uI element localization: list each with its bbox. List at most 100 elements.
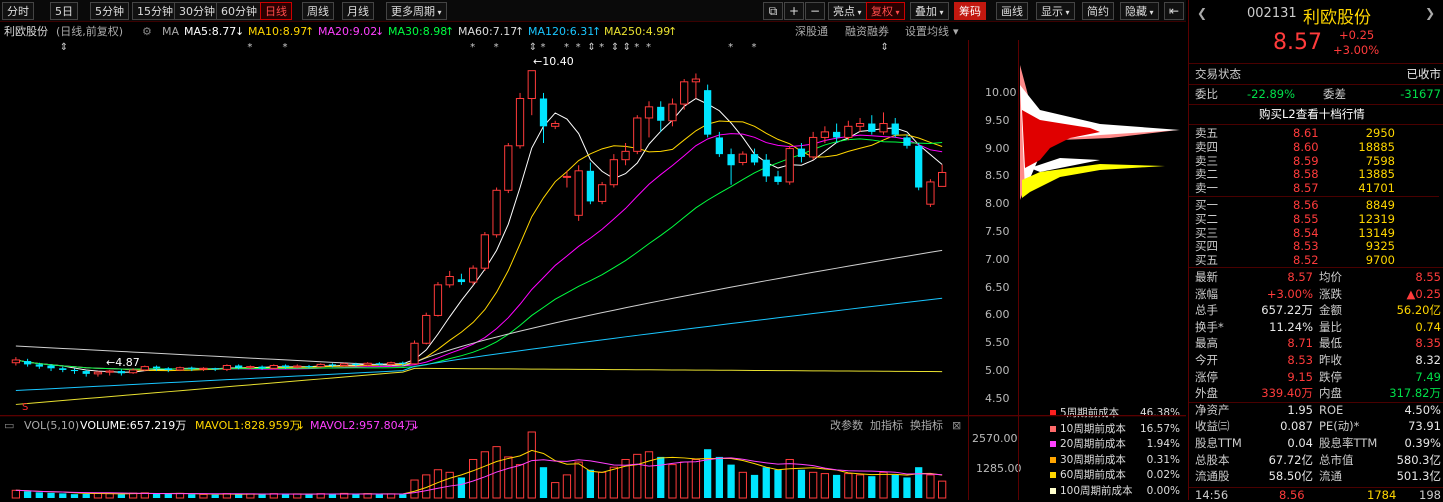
overlay-dropdown[interactable]: 叠加 [910,2,949,20]
hide-dropdown[interactable]: 隐藏 [1120,2,1159,20]
switch-indicator-link[interactable]: 换指标 [910,418,943,434]
candle-body [128,369,138,374]
display-dropdown[interactable]: 显示 [1036,2,1075,20]
edit-params-link[interactable]: 改参数 [830,418,863,434]
period-tab-60min[interactable]: 60分钟 [216,2,262,20]
candle [105,369,114,376]
candle-body [480,234,489,269]
volume-bar [891,474,899,498]
highlight-dropdown[interactable]: 亮点 [828,2,867,20]
volume-bar [82,493,90,498]
candle [82,369,90,377]
volume-bar [809,471,818,499]
stat-value: 58.50亿 [1268,469,1313,484]
event-marker-icon[interactable]: * [494,42,499,53]
mavol1-value: MAVOL1:828.959万 [195,419,301,432]
event-marker-icon[interactable]: * [564,42,569,53]
cost-legend-item: 60周期前成本 0.02% [1050,468,1180,482]
volume-bar [832,474,841,498]
period-tab-month[interactable]: 月线 [342,2,374,20]
event-marker-icon[interactable]: ⇕ [623,42,631,53]
event-marker-icon[interactable]: ⇕ [587,42,595,53]
event-marker-icon[interactable]: * [599,42,604,53]
stat-label: 收益㈢ [1195,419,1230,434]
more-periods-dropdown[interactable]: 更多周期 [386,2,447,20]
period-tab-week[interactable]: 周线 [302,2,334,20]
event-marker-icon[interactable]: ⇕ [611,42,619,53]
candle-body [117,371,126,374]
level-price: 8.60 [1293,139,1319,154]
volume-bar [117,494,126,498]
event-marker-icon[interactable]: * [470,42,475,53]
back-chevron-icon[interactable]: ❮ [1197,6,1207,20]
event-marker-icon[interactable]: * [576,42,581,53]
stat-label: 最高 [1195,336,1218,351]
ma60-line [15,249,943,367]
draw-button[interactable]: 画线 [996,2,1028,20]
price-change-pct: +3.00% [1333,43,1380,57]
ma30-value: MA30:8.98 [388,25,448,38]
settings-gear-icon[interactable]: ⚙ [142,23,152,40]
period-tab-30min[interactable]: 30分钟 [174,2,220,20]
adjust-dropdown[interactable]: 复权 [866,2,905,20]
ma-legend-bar: 利欧股份 (日线,前复权) ⚙ MA MA5:8.77 ↓ MA10:8.97 … [0,23,968,40]
period-tab-5day[interactable]: 5日 [50,2,78,20]
event-marker-icon[interactable]: * [646,42,651,53]
stat-row: 总手 657.22万 金额 56.20亿 [1195,304,1441,317]
candle [457,273,466,285]
candle-body [316,363,325,368]
candle-body [70,369,79,372]
candle-body [433,284,443,316]
period-tab-fenshi[interactable]: 分时 [2,2,34,20]
set-ma-link[interactable]: 设置均线 [905,23,949,40]
level-price: 8.54 [1293,225,1319,240]
volume-bar [235,494,243,498]
vol-menu-icon[interactable]: ▭ [4,418,14,434]
candle [785,145,794,185]
set-ma-chevron-icon[interactable]: ▾ [953,23,959,40]
period-tab-15min[interactable]: 15分钟 [132,2,178,20]
l2-upgrade-text[interactable]: 购买L2查看十档行情 [1259,108,1365,121]
shengutong-link[interactable]: 深股通 [795,23,828,40]
stat-value: 0.087 [1280,419,1313,434]
collapse-panel-icon[interactable]: ⇤ [1164,2,1184,20]
zoom-out-icon[interactable]: − [805,2,825,20]
event-marker-icon[interactable]: * [540,42,545,53]
event-marker-icon[interactable]: * [247,42,252,53]
volume-bar [844,473,853,499]
candle-body [410,342,419,365]
next-chevron-icon[interactable]: ❯ [1425,6,1435,20]
event-marker-icon[interactable]: * [634,42,639,53]
l2-upgrade-link[interactable]: 购买L2查看十档行情 [1195,108,1441,121]
candle [657,101,665,132]
event-marker-icon[interactable]: * [752,42,757,53]
candle-body [727,154,735,166]
event-marker-icon[interactable]: * [283,42,288,53]
price-tick-label: 5.00 [985,364,1010,378]
period-tab-day[interactable]: 日线 [260,2,292,20]
candle-body [809,136,818,158]
period-tab-5min[interactable]: 5分钟 [90,2,129,20]
candle [504,143,513,194]
simple-button[interactable]: 简约 [1082,2,1114,20]
add-indicator-link[interactable]: 加指标 [870,418,903,434]
margin-trading-link[interactable]: 融资融券 [845,23,889,40]
tick-time: 14:56 [1195,488,1229,502]
window-icon[interactable]: ⧉ [763,2,783,20]
level-price: 8.53 [1293,239,1319,254]
level-volume: 13149 [1358,225,1395,240]
chips-button[interactable]: 筹码 [954,2,986,20]
event-marker-icon[interactable]: ⇕ [881,42,889,53]
vol-close-icon[interactable]: ⊠ [952,418,961,434]
level-label: 卖五 [1195,126,1218,140]
volume-bar [562,474,572,499]
level-price: 8.57 [1293,181,1319,196]
zoom-in-icon[interactable]: + [784,2,804,20]
event-marker-icon[interactable]: * [728,42,733,53]
volume-bar [399,494,407,498]
level-label: 买四 [1195,239,1218,254]
volume-bar [375,494,383,498]
event-marker-icon[interactable]: ⇕ [60,42,68,53]
candle [422,312,431,345]
event-marker-icon[interactable]: ⇕ [529,42,537,53]
